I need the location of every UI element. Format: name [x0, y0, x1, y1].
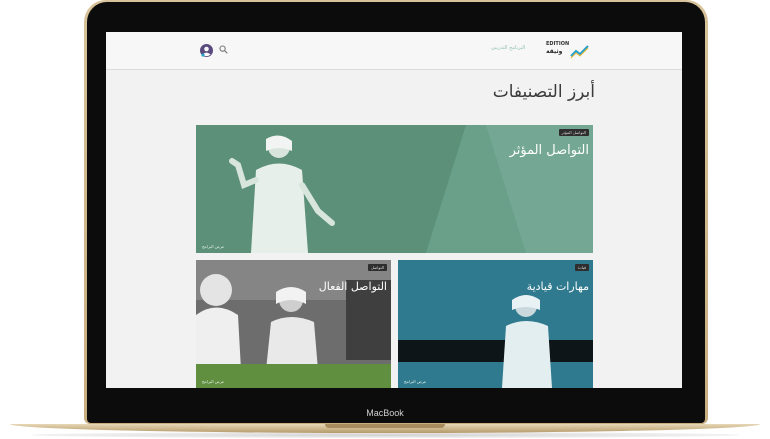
category-badge: التواصل	[367, 264, 387, 271]
category-card-active-communication[interactable]: التواصل التواصل الفعال عرض البرامج	[196, 260, 391, 388]
category-badge: قيادة	[574, 264, 589, 271]
website-screen: البرنامج التدريبي EDITION وثيقة أبرز الت…	[106, 32, 682, 388]
category-card-leadership-skills[interactable]: قيادة مهارات قيادية عرض البرامج	[398, 260, 593, 388]
category-title: التواصل المؤثر	[509, 143, 589, 158]
category-footer[interactable]: عرض البرامج	[202, 244, 224, 249]
category-title: مهارات قيادية	[526, 280, 589, 293]
category-title: التواصل الفعال	[318, 280, 387, 293]
search-icon[interactable]	[219, 45, 228, 54]
section-title: أبرز التصنيفات	[492, 82, 595, 102]
nav-link-programs[interactable]: البرنامج التدريبي	[491, 45, 525, 51]
category-card-effective-communication[interactable]: التواصل المؤثر التواصل المؤثر عرض البرام…	[196, 125, 593, 253]
user-icon[interactable]	[200, 44, 213, 57]
laptop-base-notch	[325, 424, 445, 428]
category-footer[interactable]: عرض البرامج	[202, 379, 224, 384]
site-header: البرنامج التدريبي EDITION وثيقة	[106, 32, 682, 70]
device-brand-label: MacBook	[366, 408, 404, 418]
logo-arabic-text: وثيقة	[546, 48, 563, 55]
logo-latin-text: EDITION	[546, 41, 570, 47]
category-footer[interactable]: عرض البرامج	[404, 379, 426, 384]
category-badge: التواصل المؤثر	[558, 129, 589, 136]
